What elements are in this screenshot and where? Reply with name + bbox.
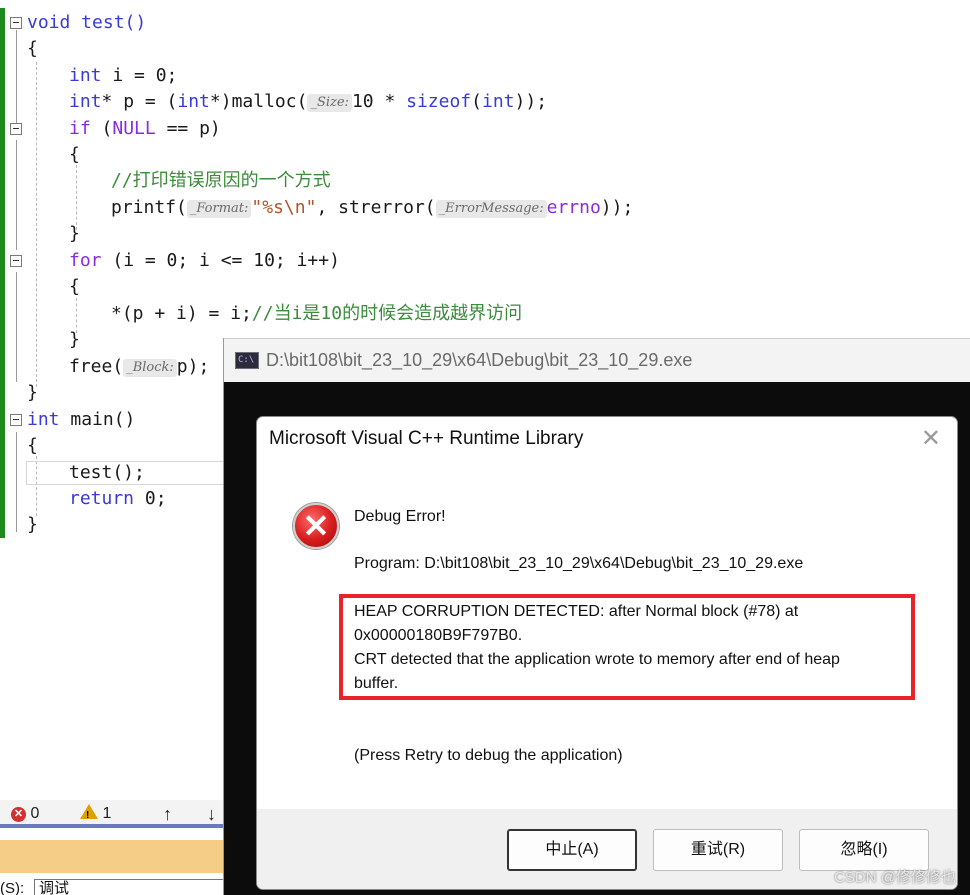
code-line: {	[0, 274, 970, 300]
search-input[interactable]: 调试	[34, 879, 230, 895]
watermark: CSDN @修修修也	[834, 869, 956, 886]
retry-button[interactable]: 重试(R)	[653, 829, 783, 871]
comment: //当i是10的时候会造成越界访问	[251, 303, 523, 324]
collapse-icon[interactable]	[10, 123, 22, 135]
search-row: (S): 调试	[0, 878, 230, 895]
code-text: 0;	[134, 488, 167, 509]
error-count-value: 0	[30, 805, 40, 822]
keyword: void test()	[27, 12, 147, 33]
keyword: int	[69, 65, 102, 86]
code-text: (	[471, 91, 482, 112]
error-message-line: buffer.	[354, 675, 399, 692]
collapse-icon[interactable]	[10, 414, 22, 426]
code-text: , strerror(	[316, 197, 436, 218]
code-line: }	[0, 221, 970, 247]
keyword: int	[482, 91, 515, 112]
keyword: int	[27, 409, 60, 430]
keyword: if	[69, 118, 91, 139]
console-title: D:\bit108\bit_23_10_29\x64\Debug\bit_23_…	[266, 350, 693, 370]
code-text: test();	[69, 462, 145, 483]
error-count[interactable]: ✕ 0	[11, 804, 39, 824]
abort-button[interactable]: 中止(A)	[507, 829, 637, 871]
code-text: }	[69, 329, 80, 350]
error-message-line: 0x00000180B9F797B0.	[354, 627, 523, 644]
code-text: *)malloc(	[209, 91, 308, 112]
code-text: free(	[69, 356, 124, 377]
error-icon: ✕	[11, 807, 26, 822]
console-title-bar[interactable]: C:\ D:\bit108\bit_23_10_29\x64\Debug\bit…	[224, 338, 970, 382]
code-line: //打印错误原因的一个方式	[0, 168, 970, 194]
code-text: main()	[59, 409, 136, 430]
error-list-toolbar: ✕ 0 ! 1 ↑ ↓	[0, 800, 230, 828]
code-text: ));	[514, 91, 548, 112]
error-message-line: CRT detected that the application wrote …	[354, 651, 840, 668]
runtime-error-dialog[interactable]: Microsoft Visual C++ Runtime Library ✕ ✕…	[256, 416, 958, 890]
keyword: return	[69, 488, 135, 509]
close-icon[interactable]: ✕	[921, 427, 941, 451]
collapse-icon[interactable]	[10, 255, 22, 267]
comment: //打印错误原因的一个方式	[111, 170, 331, 191]
keyword: for	[69, 250, 102, 271]
code-text: == p)	[155, 118, 221, 139]
warning-count[interactable]: ! 1	[80, 804, 111, 824]
dialog-heading: Debug Error!	[354, 508, 446, 525]
code-text: i = 0;	[101, 65, 178, 86]
string-literal: "%s\n"	[251, 197, 317, 218]
search-label: (S):	[0, 880, 25, 895]
ignore-button[interactable]: 忽略(I)	[799, 829, 929, 871]
code-line: int i = 0;	[0, 63, 970, 89]
program-path: Program: D:\bit108\bit_23_10_29\x64\Debu…	[354, 555, 804, 572]
collapse-icon[interactable]	[10, 17, 22, 29]
code-line: for (i = 0; i <= 10; i++)	[0, 248, 970, 274]
code-text: p);	[176, 356, 210, 377]
code-text: }	[27, 514, 38, 535]
notification-bar	[0, 840, 230, 873]
code-text: ));	[600, 197, 634, 218]
code-text: (	[90, 118, 113, 139]
code-text: (i = 0; i <= 10; i++)	[101, 250, 340, 271]
parameter-hint: _Format:	[186, 200, 252, 218]
parameter-hint: _ErrorMessage:	[435, 200, 547, 218]
parameter-hint: _Block:	[123, 359, 177, 377]
code-text: }	[27, 382, 38, 403]
keyword: int	[69, 91, 102, 112]
code-text: {	[69, 144, 80, 165]
code-text: *(p + i) = i;	[111, 303, 252, 324]
code-line: {	[0, 36, 970, 62]
code-text: }	[69, 223, 80, 244]
code-line: {	[0, 142, 970, 168]
keyword: int	[177, 91, 210, 112]
keyword: sizeof	[406, 91, 472, 112]
error-message-line: HEAP CORRUPTION DETECTED: after Normal b…	[354, 603, 799, 620]
parameter-hint: _Size:	[307, 94, 352, 112]
code-line: int* p = (int*)malloc(_Size: 10 * sizeof(…	[0, 89, 970, 115]
code-text: 10 *	[351, 91, 407, 112]
code-text: printf(	[111, 197, 187, 218]
code-line: *(p + i) = i;//当i是10的时候会造成越界访问	[0, 301, 970, 327]
code-text: {	[27, 38, 38, 59]
macro: NULL	[112, 118, 156, 139]
code-line: void test()	[0, 10, 970, 36]
next-arrow-icon[interactable]: ↓	[207, 804, 216, 824]
warning-count-value: 1	[102, 805, 112, 822]
warning-icon: !	[80, 804, 98, 821]
retry-hint: (Press Retry to debug the application)	[354, 747, 623, 764]
error-icon: ✕	[293, 503, 339, 549]
code-text: {	[69, 276, 80, 297]
previous-arrow-icon[interactable]: ↑	[163, 804, 172, 824]
macro: errno	[546, 197, 601, 218]
code-line: if (NULL == p)	[0, 116, 970, 142]
code-text: * p = (	[101, 91, 178, 112]
console-icon: C:\	[235, 352, 259, 369]
dialog-title: Microsoft Visual C++ Runtime Library	[269, 428, 584, 449]
code-line: printf(_Format: "%s\n", strerror(_ErrorMe…	[0, 195, 970, 221]
code-text: {	[27, 435, 38, 456]
